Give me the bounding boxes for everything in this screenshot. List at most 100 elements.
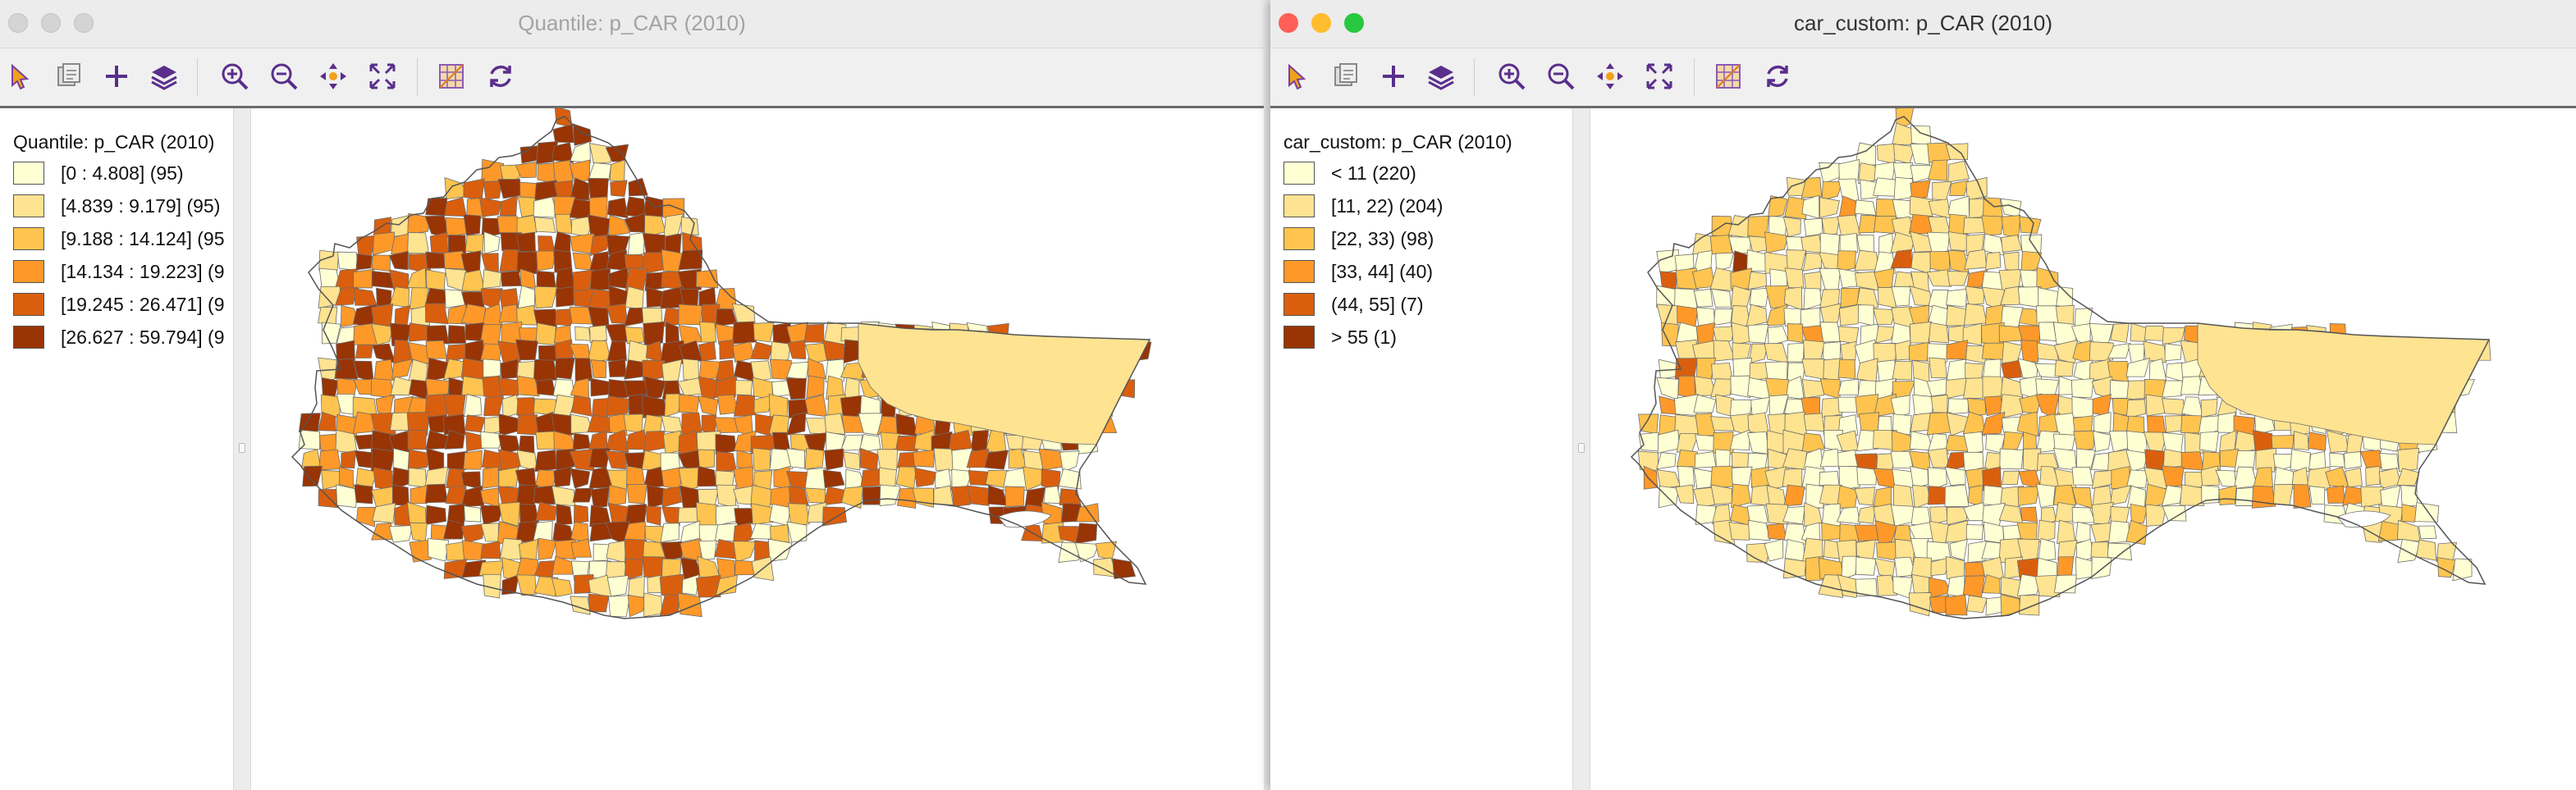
municipality-polygon[interactable] (822, 469, 845, 489)
municipality-polygon[interactable] (625, 327, 645, 345)
municipality-polygon[interactable] (572, 487, 594, 503)
choropleth-map[interactable] (1590, 105, 2576, 790)
municipality-polygon[interactable] (1998, 325, 2023, 343)
municipality-polygon[interactable] (1821, 503, 1841, 527)
municipality-polygon[interactable] (1837, 396, 1858, 413)
municipality-polygon[interactable] (913, 450, 935, 468)
municipality-polygon[interactable] (2397, 447, 2419, 473)
municipality-polygon[interactable] (1944, 466, 1966, 486)
municipality-polygon[interactable] (698, 395, 719, 416)
municipality-polygon[interactable] (2308, 486, 2326, 505)
municipality-polygon[interactable] (443, 519, 464, 540)
pan-icon[interactable] (1592, 58, 1628, 94)
municipality-polygon[interactable] (406, 501, 427, 526)
municipality-polygon[interactable] (1695, 434, 1716, 451)
municipality-polygon[interactable] (572, 252, 593, 271)
municipality-polygon[interactable] (570, 233, 595, 254)
municipality-polygon[interactable] (678, 304, 702, 326)
layers-icon[interactable] (1423, 58, 1459, 94)
municipality-polygon[interactable] (1728, 522, 1750, 541)
municipality-polygon[interactable] (643, 431, 666, 453)
municipality-polygon[interactable] (1803, 413, 1825, 432)
municipality-polygon[interactable] (1876, 541, 1897, 561)
municipality-polygon[interactable] (1819, 197, 1840, 219)
legend-item[interactable]: [33, 44] (40) (1283, 258, 1433, 285)
municipality-polygon[interactable] (1695, 307, 1716, 327)
municipality-polygon[interactable] (1787, 323, 1804, 343)
municipality-polygon[interactable] (1890, 395, 1910, 418)
municipality-polygon[interactable] (2327, 485, 2345, 504)
municipality-polygon[interactable] (1693, 288, 1714, 308)
municipality-polygon[interactable] (1890, 450, 1914, 469)
municipality-polygon[interactable] (1947, 270, 1970, 286)
municipality-polygon[interactable] (1981, 342, 2006, 361)
municipality-polygon[interactable] (463, 450, 483, 470)
municipality-polygon[interactable] (587, 340, 611, 363)
municipality-polygon[interactable] (841, 486, 864, 509)
municipality-polygon[interactable] (463, 214, 482, 236)
municipality-polygon[interactable] (1747, 323, 1769, 344)
municipality-polygon[interactable] (464, 393, 483, 417)
municipality-polygon[interactable] (1945, 377, 1967, 400)
municipality-polygon[interactable] (2344, 467, 2363, 488)
municipality-polygon[interactable] (1782, 468, 1803, 487)
municipality-polygon[interactable] (2397, 538, 2421, 563)
map-options-icon[interactable] (433, 58, 469, 94)
municipality-polygon[interactable] (425, 269, 446, 290)
municipality-polygon[interactable] (1819, 232, 1840, 256)
municipality-polygon[interactable] (2073, 430, 2095, 452)
select-pointer-icon[interactable] (1279, 58, 1315, 94)
municipality-polygon[interactable] (2271, 435, 2295, 450)
municipality-polygon[interactable] (482, 269, 502, 289)
municipality-polygon[interactable] (1927, 447, 1950, 468)
municipality-polygon[interactable] (498, 466, 519, 487)
municipality-polygon[interactable] (1946, 340, 1968, 360)
municipality-polygon[interactable] (677, 377, 702, 396)
municipality-polygon[interactable] (371, 254, 391, 272)
municipality-polygon[interactable] (425, 505, 446, 525)
municipality-polygon[interactable] (1075, 523, 1098, 545)
municipality-polygon[interactable] (2071, 395, 2096, 418)
municipality-polygon[interactable] (608, 358, 627, 377)
municipality-polygon[interactable] (734, 394, 757, 418)
municipality-polygon[interactable] (1944, 484, 1970, 508)
municipality-polygon[interactable] (2001, 470, 2020, 485)
municipality-polygon[interactable] (460, 523, 485, 544)
municipality-polygon[interactable] (517, 414, 538, 436)
municipality-polygon[interactable] (1782, 217, 1801, 238)
municipality-polygon[interactable] (354, 288, 377, 306)
municipality-polygon[interactable] (732, 321, 757, 345)
municipality-polygon[interactable] (803, 323, 825, 343)
municipality-polygon[interactable] (1874, 557, 1896, 578)
municipality-polygon[interactable] (1949, 180, 1969, 196)
full-extent-icon[interactable] (1641, 58, 1677, 94)
municipality-polygon[interactable] (461, 269, 486, 292)
municipality-polygon[interactable] (516, 231, 536, 253)
municipality-polygon[interactable] (589, 267, 611, 291)
municipality-polygon[interactable] (2365, 465, 2381, 486)
municipality-polygon[interactable] (1764, 343, 1789, 364)
municipality-polygon[interactable] (1929, 357, 1947, 379)
municipality-polygon[interactable] (1910, 413, 1932, 432)
municipality-polygon[interactable] (336, 484, 358, 509)
add-icon[interactable] (98, 58, 135, 94)
municipality-polygon[interactable] (372, 231, 395, 256)
municipality-polygon[interactable] (1854, 486, 1876, 506)
municipality-polygon[interactable] (1710, 465, 1736, 489)
municipality-polygon[interactable] (679, 520, 701, 543)
municipality-polygon[interactable] (1749, 287, 1769, 308)
municipality-polygon[interactable] (1746, 304, 1768, 327)
municipality-polygon[interactable] (1747, 412, 1769, 435)
municipality-polygon[interactable] (984, 450, 1009, 470)
municipality-polygon[interactable] (1947, 249, 1970, 274)
municipality-polygon[interactable] (2017, 486, 2040, 506)
municipality-polygon[interactable] (1837, 178, 1860, 202)
municipality-polygon[interactable] (373, 358, 395, 381)
municipality-polygon[interactable] (1711, 362, 1734, 382)
full-extent-icon[interactable] (364, 58, 400, 94)
municipality-polygon[interactable] (482, 466, 500, 489)
municipality-polygon[interactable] (1929, 322, 1950, 344)
municipality-polygon[interactable] (1819, 322, 1842, 343)
municipality-polygon[interactable] (590, 359, 607, 379)
layers-icon[interactable] (146, 58, 182, 94)
